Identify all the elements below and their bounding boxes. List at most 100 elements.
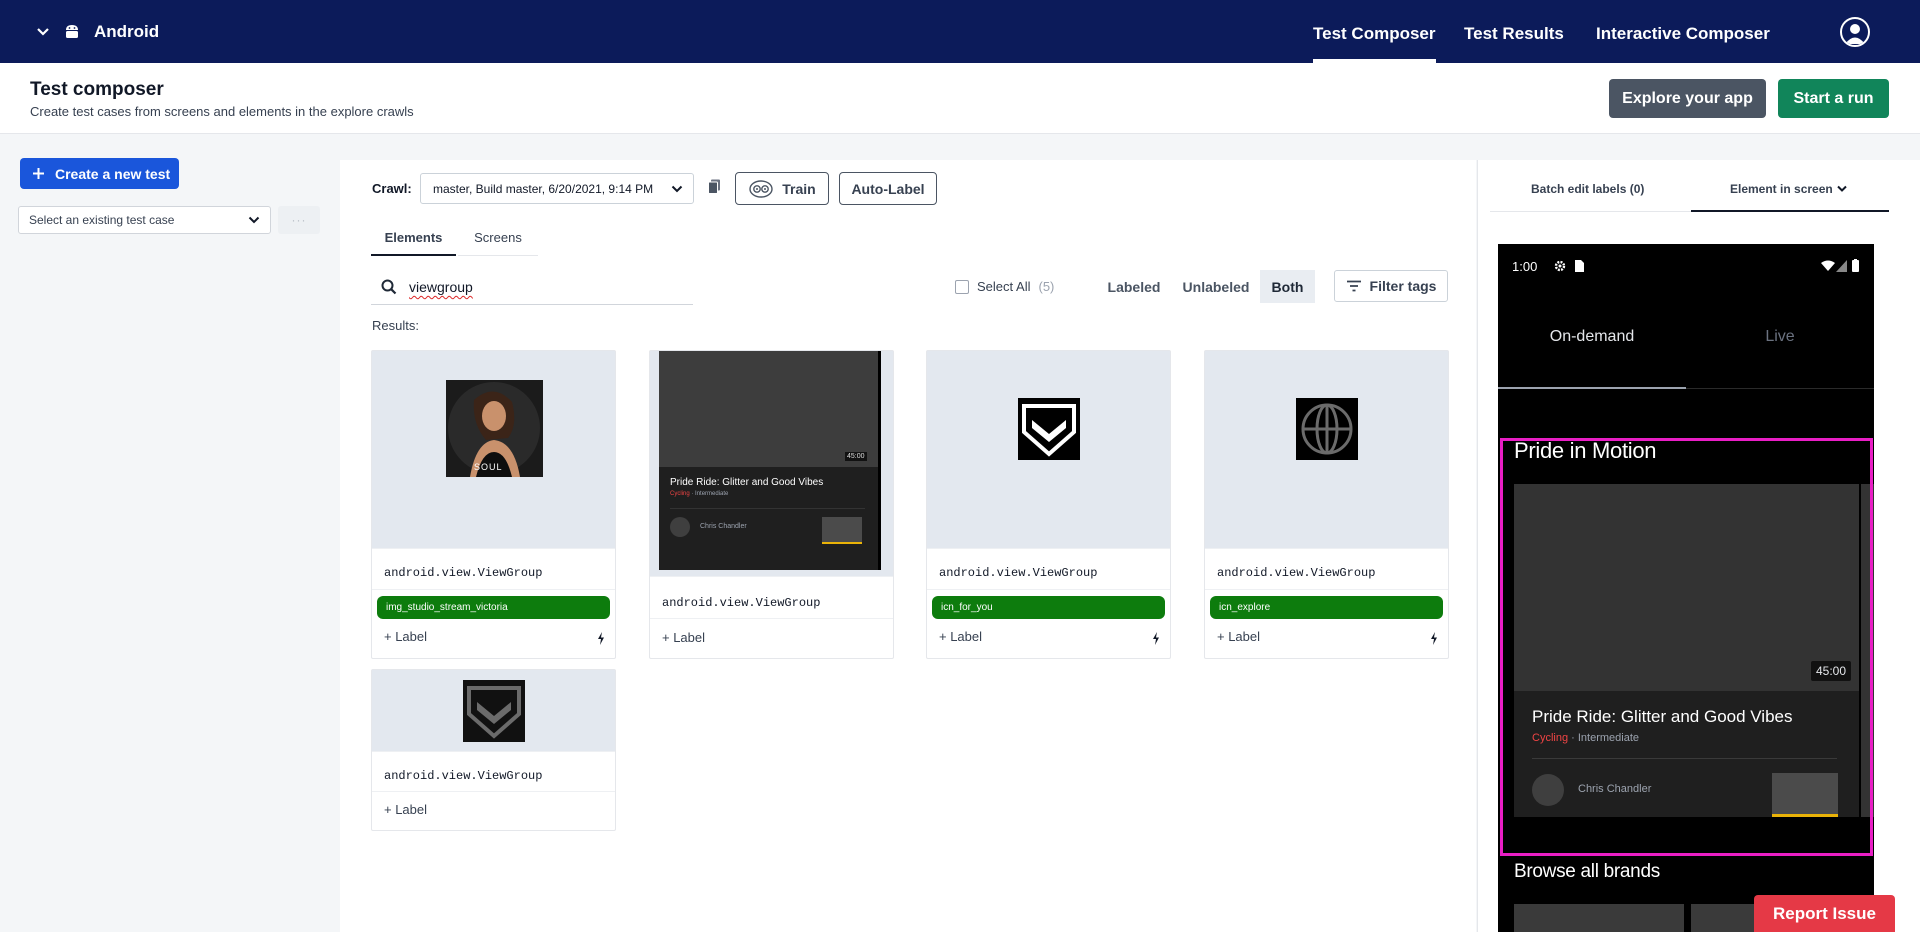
page-subtitle: Create test cases from screens and eleme…	[30, 104, 414, 119]
create-test-label: Create a new test	[55, 165, 171, 182]
create-test-button[interactable]: Create a new test	[20, 158, 179, 189]
add-label-button[interactable]: + Label	[384, 802, 427, 817]
chevron-shield-icon	[1022, 404, 1076, 457]
android-icon	[66, 25, 78, 38]
chevron-down-icon	[37, 27, 49, 36]
platform-switcher[interactable]: Android	[36, 0, 159, 63]
element-class: android.view.ViewGroup	[662, 596, 821, 610]
duration-badge: 45:00	[845, 452, 867, 461]
element-card[interactable]: android.view.ViewGroup + Label	[371, 669, 616, 831]
battery-icon	[1852, 259, 1859, 272]
filter-tags-button[interactable]: Filter tags	[1334, 270, 1448, 302]
explore-app-button[interactable]: Explore your app	[1609, 79, 1766, 118]
search-icon	[381, 279, 397, 295]
select-all-checkbox[interactable]: Select All (5)	[955, 279, 1054, 294]
crawl-label: Crawl:	[372, 181, 412, 196]
copy-icon[interactable]	[708, 179, 721, 194]
chevron-down-icon	[248, 216, 260, 224]
nav-interactive-composer[interactable]: Interactive Composer	[1596, 0, 1770, 63]
user-icon	[1845, 24, 1865, 44]
soul-logo-text: SOUL	[474, 462, 503, 472]
add-label-button[interactable]: + Label	[1217, 629, 1260, 644]
auto-label-button[interactable]: Auto-Label	[839, 172, 937, 205]
tab-element-label: Element in screen	[1730, 182, 1833, 196]
filter-labeled[interactable]: Labeled	[1096, 270, 1172, 303]
tab-elements[interactable]: Elements	[371, 220, 456, 256]
element-thumbnail	[372, 670, 615, 751]
platform-label: Android	[94, 21, 160, 41]
element-class: android.view.ViewGroup	[939, 566, 1098, 580]
brand-card	[1514, 904, 1684, 932]
preview-thumbnail	[822, 517, 862, 544]
existing-test-select[interactable]: Select an existing test case	[18, 206, 271, 234]
class-title: Pride Ride: Glitter and Good Vibes	[670, 477, 824, 488]
card-divider	[372, 791, 615, 792]
filter-icon	[1346, 280, 1361, 292]
report-issue-button[interactable]: Report Issue	[1754, 895, 1895, 932]
add-label-button[interactable]: + Label	[384, 629, 427, 644]
add-label-button[interactable]: + Label	[939, 629, 982, 644]
for-you-icon-image	[1018, 398, 1080, 460]
bolt-icon	[1431, 632, 1437, 645]
bolt-icon	[1153, 632, 1159, 645]
nav-test-results[interactable]: Test Results	[1464, 0, 1564, 63]
element-highlight	[1500, 438, 1873, 856]
instructor-avatar	[670, 517, 690, 537]
element-tag[interactable]: img_studio_stream_victoria	[377, 596, 610, 619]
class-info-panel: Pride Ride: Glitter and Good Vibes Cycli…	[659, 467, 878, 570]
nav-test-composer[interactable]: Test Composer	[1313, 0, 1436, 63]
status-time: 1:00	[1512, 259, 1538, 274]
element-tag[interactable]: icn_for_you	[932, 596, 1165, 619]
phone-tab-rule	[1686, 388, 1874, 389]
page-header: Test composer Create test cases from scr…	[0, 63, 1920, 134]
for-you-icon-image	[463, 680, 525, 742]
card-divider	[1205, 548, 1448, 549]
card-divider	[927, 548, 1170, 549]
checkbox-box[interactable]	[955, 279, 969, 294]
card-divider	[650, 576, 893, 577]
tab-on-demand: On-demand	[1549, 328, 1635, 345]
filter-unlabeled[interactable]: Unlabeled	[1176, 270, 1256, 303]
card-divider	[927, 589, 1170, 590]
card-divider	[372, 589, 615, 590]
chevron-shield-icon	[467, 686, 521, 739]
settings-icon	[1554, 260, 1566, 272]
select-all-count: (5)	[1038, 279, 1055, 294]
card-divider	[1205, 589, 1448, 590]
element-card[interactable]: 45:00 Pride Ride: Glitter and Good Vibes…	[649, 350, 894, 659]
train-button[interactable]: Train	[735, 172, 829, 205]
search-input[interactable]: viewgroup	[371, 270, 693, 305]
studio-stream-image: SOUL	[446, 380, 543, 477]
tab-live: Live	[1765, 328, 1795, 345]
tab-batch-edit-labels[interactable]: Batch edit labels (0)	[1531, 182, 1644, 196]
element-card[interactable]: android.view.ViewGroup icn_explore + Lab…	[1204, 350, 1449, 659]
tab-element-in-screen[interactable]: Element in screen	[1730, 182, 1847, 196]
explore-icon-image	[1296, 398, 1358, 460]
info-divider	[670, 508, 865, 509]
main-panel: Crawl: master, Build master, 6/20/2021, …	[340, 160, 1476, 932]
element-card[interactable]: SOUL android.view.ViewGroup img_studio_s…	[371, 350, 616, 659]
search-value: viewgroup	[409, 279, 473, 295]
element-class: android.view.ViewGroup	[384, 566, 543, 580]
existing-test-placeholder: Select an existing test case	[29, 213, 175, 227]
card-divider	[372, 751, 615, 752]
plus-icon	[33, 168, 44, 179]
element-class: android.view.ViewGroup	[384, 769, 543, 783]
element-tag[interactable]: icn_explore	[1210, 596, 1443, 619]
crawl-select[interactable]: master, Build master, 6/20/2021, 9:14 PM	[420, 173, 694, 204]
bolt-icon	[598, 632, 604, 645]
class-category: Cycling	[670, 491, 690, 497]
filter-both[interactable]: Both	[1260, 270, 1315, 303]
globe-icon	[1301, 403, 1353, 455]
add-label-button[interactable]: + Label	[662, 630, 705, 645]
class-meta: Cycling · Intermediate	[670, 491, 728, 497]
element-card[interactable]: android.view.ViewGroup icn_for_you + Lab…	[926, 350, 1171, 659]
tab-screens[interactable]: Screens	[458, 220, 538, 256]
chevron-down-icon	[1837, 185, 1847, 192]
element-thumbnail	[927, 351, 1170, 548]
user-avatar[interactable]	[1840, 17, 1870, 47]
class-level: · Intermediate	[691, 491, 729, 497]
start-run-button[interactable]: Start a run	[1778, 79, 1889, 118]
robot-icon	[749, 179, 773, 198]
more-options-button[interactable]: ···	[278, 206, 320, 234]
